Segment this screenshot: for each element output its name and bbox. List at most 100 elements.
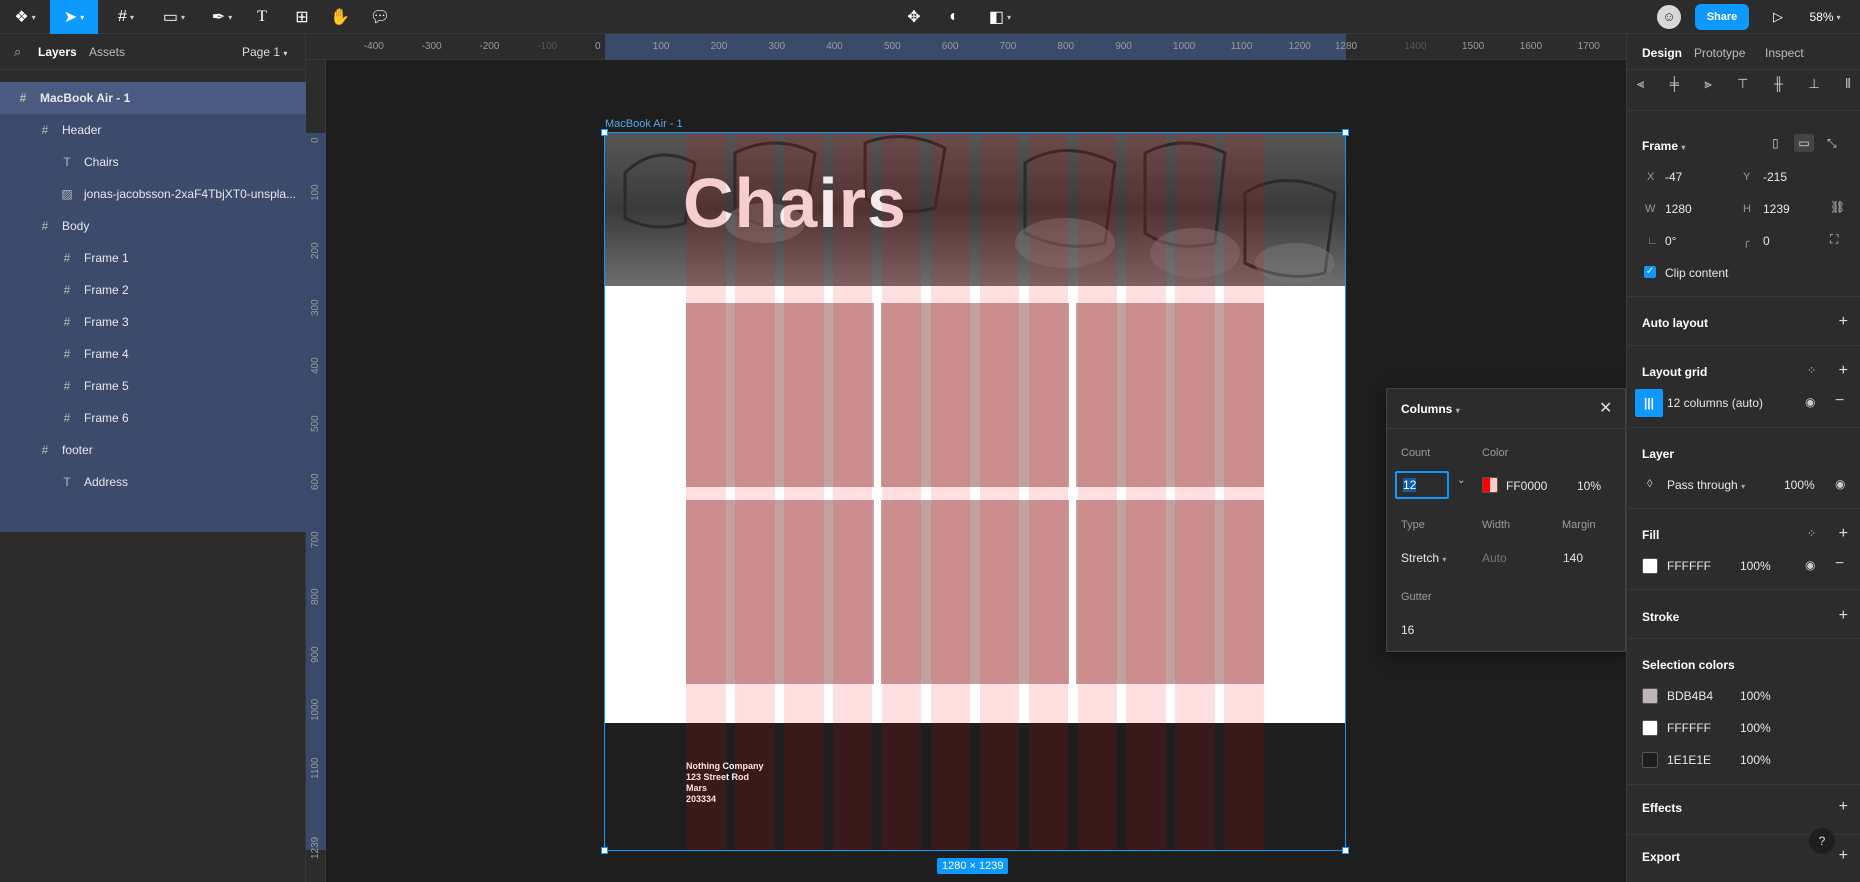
align-left-icon[interactable]: ⫷: [1637, 76, 1644, 100]
selection-color-hex[interactable]: 1E1E1E: [1667, 753, 1711, 767]
layer-row[interactable]: ▨ jonas-jacobsson-2xaF4TbjXT0-unspla...: [0, 178, 306, 210]
hand-tool-button[interactable]: ✋: [328, 0, 352, 34]
blend-mode-dropdown[interactable]: Pass through ▾: [1667, 478, 1745, 492]
layer-row[interactable]: # footer: [0, 434, 306, 466]
layer-visibility-eye-icon[interactable]: ◉: [1835, 477, 1845, 491]
align-center-v-icon[interactable]: ╫: [1774, 76, 1783, 100]
frame-label[interactable]: MacBook Air - 1: [605, 118, 683, 130]
type-dropdown[interactable]: Stretch ▾: [1401, 551, 1446, 565]
selection-color-swatch[interactable]: [1642, 752, 1658, 768]
fill-opacity[interactable]: 100%: [1740, 559, 1771, 573]
boolean-button[interactable]: ◧ ▾: [982, 0, 1018, 34]
layer-row[interactable]: # Header: [0, 114, 306, 146]
shape-tool-button[interactable]: ▭ ▾: [154, 0, 194, 34]
help-button[interactable]: ?: [1809, 828, 1835, 854]
page-selector[interactable]: Page 1 ▾: [242, 45, 287, 59]
grid-type-dropdown[interactable]: Columns ▾: [1401, 402, 1460, 416]
selection-color-swatch[interactable]: [1642, 688, 1658, 704]
macbook-frame[interactable]: Chairs Nothing Company 123 Street Rod Ma…: [605, 133, 1345, 850]
gutter-input[interactable]: 16: [1401, 623, 1414, 637]
tab-inspect[interactable]: Inspect: [1765, 46, 1804, 60]
tab-assets[interactable]: Assets: [89, 45, 125, 59]
align-right-icon[interactable]: ⫸: [1704, 76, 1711, 100]
tab-prototype[interactable]: Prototype: [1694, 46, 1745, 60]
clip-content-checkbox[interactable]: ✓: [1644, 266, 1656, 278]
landscape-icon[interactable]: ▭: [1794, 134, 1814, 152]
resize-to-fit-icon[interactable]: ⤡: [1827, 136, 1837, 151]
add-effect-icon[interactable]: +: [1839, 798, 1848, 816]
align-center-h-icon[interactable]: ╪: [1670, 76, 1679, 100]
zoom-dropdown[interactable]: 58% ▾: [1800, 0, 1850, 34]
avatar[interactable]: ☺: [1655, 0, 1683, 34]
layer-row[interactable]: T Chairs: [0, 146, 306, 178]
remove-fill-icon[interactable]: −: [1835, 555, 1844, 573]
fill-swatch[interactable]: [1642, 558, 1658, 574]
grid-color-swatch[interactable]: [1482, 477, 1498, 493]
add-auto-layout-icon[interactable]: +: [1839, 313, 1848, 331]
fill-eye-icon[interactable]: ◉: [1805, 558, 1815, 572]
mask-button[interactable]: ◐: [942, 0, 966, 34]
main-menu-button[interactable]: ❖ ▾: [8, 0, 42, 34]
frame-preset-dropdown[interactable]: Frame ▾: [1642, 139, 1685, 153]
tab-design[interactable]: Design: [1642, 46, 1682, 60]
close-icon[interactable]: ✕: [1599, 398, 1612, 418]
add-layout-grid-icon[interactable]: +: [1839, 362, 1848, 380]
tab-layers[interactable]: Layers: [38, 45, 77, 59]
layer-row[interactable]: # Body: [0, 210, 306, 242]
x-input[interactable]: -47: [1665, 170, 1682, 184]
layer-opacity[interactable]: 100%: [1784, 478, 1815, 492]
add-export-icon[interactable]: +: [1839, 847, 1848, 865]
comment-tool-button[interactable]: 💬︎: [368, 0, 392, 34]
selection-color-opacity[interactable]: 100%: [1740, 689, 1771, 703]
independent-corners-icon[interactable]: ⛶: [1830, 232, 1838, 247]
grid-styles-icon[interactable]: ⁘: [1807, 364, 1816, 377]
eye-icon[interactable]: ◉: [1805, 395, 1815, 409]
component-button[interactable]: ✥: [902, 0, 926, 34]
selection-color-swatch[interactable]: [1642, 720, 1658, 736]
resize-handle-tr[interactable]: [1342, 129, 1349, 136]
fill-styles-icon[interactable]: ⁘: [1807, 527, 1816, 540]
portrait-icon[interactable]: ▯: [1772, 136, 1779, 150]
layer-row[interactable]: T Address: [0, 466, 306, 498]
pen-tool-button[interactable]: ✒ ▾: [202, 0, 242, 34]
layer-row[interactable]: # Frame 4: [0, 338, 306, 370]
resize-handle-bl[interactable]: [601, 847, 608, 854]
share-button[interactable]: Share: [1695, 4, 1749, 30]
w-input[interactable]: 1280: [1665, 202, 1692, 216]
layer-row[interactable]: # Frame 3: [0, 306, 306, 338]
align-bottom-icon[interactable]: ⊥: [1808, 76, 1819, 100]
remove-grid-icon[interactable]: −: [1835, 392, 1844, 410]
rotation-input[interactable]: 0°: [1665, 234, 1676, 248]
layer-row[interactable]: # Frame 6: [0, 402, 306, 434]
count-dropdown-chevron-icon[interactable]: ⌄: [1457, 475, 1465, 486]
present-button[interactable]: ▷: [1766, 0, 1790, 34]
add-fill-icon[interactable]: +: [1839, 525, 1848, 543]
selection-color-hex[interactable]: FFFFFF: [1667, 721, 1711, 735]
layer-row[interactable]: # Frame 2: [0, 274, 306, 306]
resize-handle-tl[interactable]: [601, 129, 608, 136]
layer-row[interactable]: # Frame 1: [0, 242, 306, 274]
selection-color-hex[interactable]: BDB4B4: [1667, 689, 1713, 703]
frame-tool-button[interactable]: # ▾: [106, 0, 146, 34]
layer-row[interactable]: # Frame 5: [0, 370, 306, 402]
selection-color-opacity[interactable]: 100%: [1740, 753, 1771, 767]
layout-grid-item[interactable]: 12 columns (auto): [1667, 396, 1763, 410]
selection-color-opacity[interactable]: 100%: [1740, 721, 1771, 735]
layer-row[interactable]: # MacBook Air - 1: [0, 82, 306, 114]
text-tool-button[interactable]: T: [250, 0, 274, 34]
add-stroke-icon[interactable]: +: [1839, 607, 1848, 625]
grid-color-hex[interactable]: FF0000: [1506, 479, 1547, 493]
grid-settings-icon[interactable]: |||: [1635, 389, 1663, 417]
resize-handle-br[interactable]: [1342, 847, 1349, 854]
y-input[interactable]: -215: [1763, 170, 1787, 184]
h-input[interactable]: 1239: [1763, 202, 1790, 216]
resources-button[interactable]: ⊞: [290, 0, 314, 34]
search-icon[interactable]: ⌕: [14, 44, 21, 60]
constrain-proportions-icon[interactable]: ⛓︎: [1830, 200, 1845, 214]
align-top-icon[interactable]: ⊤: [1737, 76, 1748, 100]
distribute-icon[interactable]: ⦀: [1845, 76, 1851, 100]
width-input[interactable]: Auto: [1482, 551, 1507, 565]
move-tool-button[interactable]: ➤ ▾: [50, 0, 98, 34]
corner-radius-input[interactable]: 0: [1763, 234, 1770, 248]
fill-hex[interactable]: FFFFFF: [1667, 559, 1711, 573]
